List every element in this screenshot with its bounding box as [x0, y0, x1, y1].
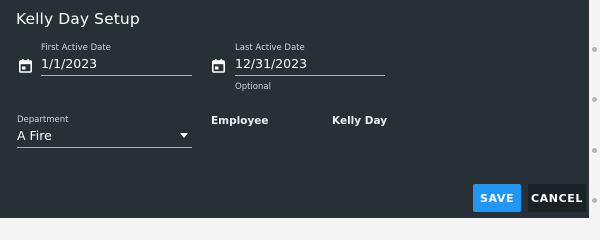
first-active-date-input[interactable]: 1/1/2023	[41, 56, 97, 71]
last-active-date-input[interactable]: 12/31/2023	[235, 56, 307, 71]
edge-dot	[592, 198, 597, 203]
calendar-icon[interactable]	[212, 59, 225, 73]
save-button[interactable]: SAVE	[473, 184, 521, 212]
edge-dot	[592, 148, 597, 153]
page-edge	[589, 0, 600, 218]
cancel-button[interactable]: CANCEL	[528, 184, 586, 212]
department-selected-value[interactable]: A Fire	[17, 128, 52, 143]
calendar-icon[interactable]	[19, 59, 32, 73]
employee-column-header: Employee	[211, 115, 269, 127]
kelly-day-setup-dialog: Kelly Day Setup First Active Date 1/1/20…	[0, 0, 589, 218]
last-active-date-hint: Optional	[235, 82, 271, 92]
first-active-date-underline	[41, 75, 192, 76]
department-label: Department	[17, 115, 69, 125]
first-active-date-label: First Active Date	[41, 43, 111, 53]
dialog-title: Kelly Day Setup	[16, 10, 140, 28]
last-active-date-label: Last Active Date	[235, 43, 305, 53]
department-underline	[17, 147, 192, 148]
edge-dot	[592, 97, 597, 102]
kelly-day-column-header: Kelly Day	[332, 115, 388, 127]
dropdown-arrow-icon[interactable]	[180, 133, 188, 138]
last-active-date-underline	[235, 75, 385, 76]
edge-dot	[592, 47, 597, 52]
